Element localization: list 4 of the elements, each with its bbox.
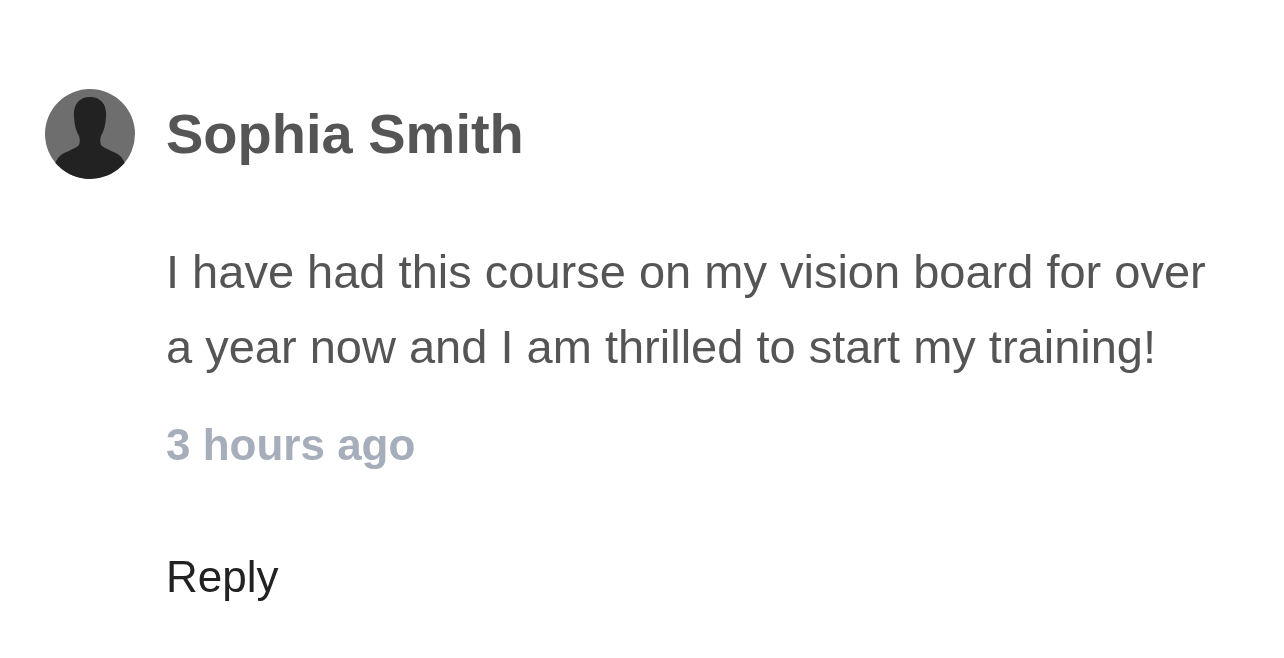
comment-text: I have had this course on my vision board for over a year now and I am thrilled to start my training! <box>166 244 1207 375</box>
author-name: Sophia Smith <box>166 101 524 168</box>
timestamp: 3 hours ago <box>166 420 416 469</box>
reply-link[interactable]: Reply <box>166 550 279 603</box>
